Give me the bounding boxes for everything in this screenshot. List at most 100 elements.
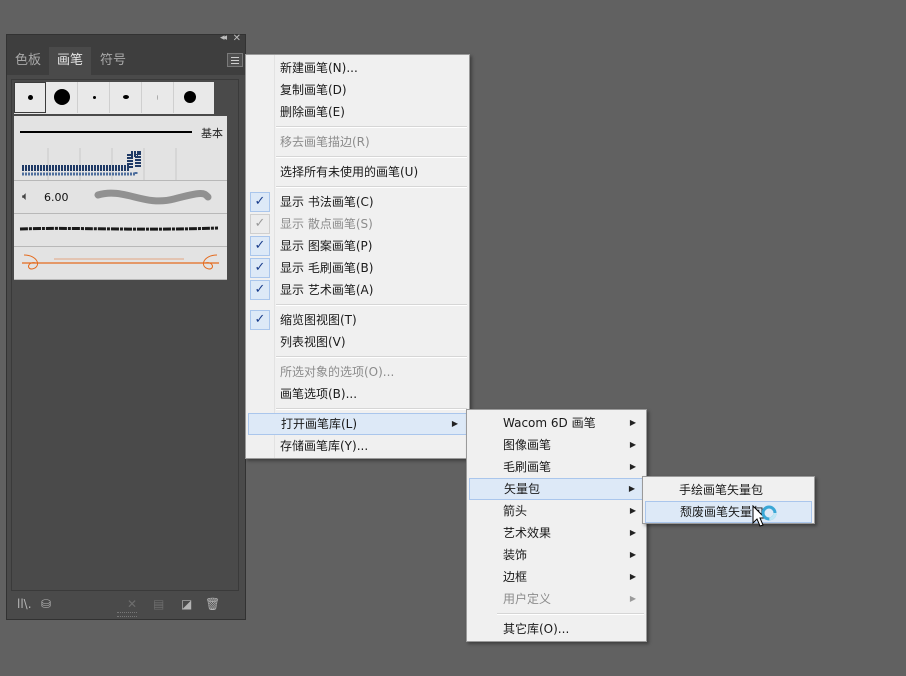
brushes-panel: ◂◂ ✕ 色板 画笔 符号 基本 🔈︎ 6.00 ll\. ⛁ ✕ ▤ ◪ 🗑︎ xyxy=(6,33,246,620)
panel-menu-button[interactable] xyxy=(227,53,243,67)
libraries-panel-icon[interactable]: ⛁ xyxy=(41,597,51,611)
stroke-size-label: 6.00 xyxy=(44,191,69,204)
resize-grip[interactable] xyxy=(117,612,137,617)
brush-thumb-3[interactable] xyxy=(78,82,110,113)
menu-show-bristle[interactable]: ✓ 显示 毛刷画笔(B) xyxy=(248,257,467,279)
submenu-arrow-icon: ▶ xyxy=(629,462,636,471)
vector-pack-grunge[interactable]: 颓废画笔矢量包 xyxy=(645,501,812,523)
submenu-arrow-icon: ▶ xyxy=(629,572,636,581)
brush-row-basic[interactable]: 基本 xyxy=(14,116,227,149)
brush-thumb-2[interactable] xyxy=(46,82,78,113)
submenu-arrow-icon: ▶ xyxy=(628,484,635,493)
menu-open-brush-library[interactable]: 打开画笔库(L) ▶ xyxy=(248,413,467,435)
menu-delete-brush[interactable]: 删除画笔(E) xyxy=(248,101,467,123)
menu-show-scatter[interactable]: ✓ 显示 散点画笔(S) xyxy=(248,213,467,235)
library-user-defined[interactable]: 用户定义 ▶ xyxy=(469,588,644,610)
menu-item-label: 艺术效果 xyxy=(503,526,552,540)
menu-item-label: 显示 毛刷画笔(B) xyxy=(280,261,374,275)
library-decorative[interactable]: 装饰 ▶ xyxy=(469,544,644,566)
brush-row-pattern[interactable] xyxy=(14,148,227,181)
library-arrows[interactable]: 箭头 ▶ xyxy=(469,500,644,522)
library-borders[interactable]: 边框 ▶ xyxy=(469,566,644,588)
menu-remove-brush-stroke[interactable]: 移去画笔描边(R) xyxy=(248,131,467,153)
brush-thumb-6[interactable] xyxy=(174,82,206,113)
menu-item-label: 装饰 xyxy=(503,548,528,562)
menu-item-label: 边框 xyxy=(503,570,528,584)
library-wacom-6d[interactable]: Wacom 6D 画笔 ▶ xyxy=(469,412,644,434)
menu-brush-options[interactable]: 画笔选项(B)... xyxy=(248,383,467,405)
panel-tabs: 色板 画笔 符号 xyxy=(7,47,245,75)
menu-item-label: 箭头 xyxy=(503,504,528,518)
library-image-brushes[interactable]: 图像画笔 ▶ xyxy=(469,434,644,456)
brush-options-icon[interactable]: ▤ xyxy=(153,597,164,611)
menu-item-label: 显示 艺术画笔(A) xyxy=(280,283,374,297)
library-vector-packs[interactable]: 矢量包 ▶ xyxy=(469,478,644,500)
panel-footer: ll\. ⛁ ✕ ▤ ◪ 🗑︎ xyxy=(7,591,245,619)
new-brush-icon[interactable]: ◪ xyxy=(181,597,192,611)
checkmark-icon: ✓ xyxy=(250,192,270,212)
submenu-arrow-icon: ▶ xyxy=(451,419,458,428)
library-other-library[interactable]: 其它库(O)... xyxy=(469,618,644,640)
brush-thumb-4[interactable] xyxy=(110,82,142,113)
brush-list: 基本 🔈︎ 6.00 xyxy=(11,79,239,591)
menu-item-label: 矢量包 xyxy=(504,482,541,496)
menu-item-label: 图像画笔 xyxy=(503,438,552,452)
menu-show-calligraphic[interactable]: ✓ 显示 书法画笔(C) xyxy=(248,191,467,213)
collapse-icon[interactable]: ◂◂ xyxy=(220,33,227,43)
menu-item-label: 显示 图案画笔(P) xyxy=(280,239,373,253)
library-artistic[interactable]: 艺术效果 ▶ xyxy=(469,522,644,544)
checkmark-icon: ✓ xyxy=(250,258,270,278)
close-icon[interactable]: ✕ xyxy=(233,33,241,44)
menu-options-of-selected[interactable]: 所选对象的选项(O)... xyxy=(248,361,467,383)
menu-show-pattern[interactable]: ✓ 显示 图案画笔(P) xyxy=(248,235,467,257)
decorative-art-brush-preview xyxy=(22,254,219,270)
vector-pack-hand-drawn[interactable]: 手绘画笔矢量包 xyxy=(645,479,812,501)
charcoal-brush-preview xyxy=(19,226,219,231)
busy-cursor-icon xyxy=(752,505,777,527)
brush-row-art[interactable] xyxy=(14,247,227,280)
calligraphic-brush-grid xyxy=(14,82,214,114)
menu-select-all-unused[interactable]: 选择所有未使用的画笔(U) xyxy=(248,161,467,183)
panel-title-bar[interactable]: ◂◂ ✕ xyxy=(7,33,245,47)
checkmark-icon: ✓ xyxy=(250,310,270,330)
submenu-arrow-icon: ▶ xyxy=(629,528,636,537)
brush-thumb-5[interactable] xyxy=(142,82,174,113)
brush-row-charcoal[interactable] xyxy=(14,214,227,247)
brush-thumb-1[interactable] xyxy=(14,82,46,113)
checkmark-icon: ✓ xyxy=(250,214,270,234)
brushes-panel-menu: 新建画笔(N)... 复制画笔(D) 删除画笔(E) 移去画笔描边(R) 选择所… xyxy=(245,54,470,459)
brush-row-bristle[interactable]: 🔈︎ 6.00 xyxy=(14,181,227,214)
menu-item-label: 打开画笔库(L) xyxy=(281,417,358,431)
submenu-arrow-icon: ▶ xyxy=(629,418,636,427)
bristle-brush-icon: 🔈︎ xyxy=(22,189,30,203)
delete-brush-icon[interactable]: 🗑︎ xyxy=(205,597,220,611)
submenu-arrow-icon: ▶ xyxy=(629,506,636,515)
menu-item-label: 缩览图视图(T) xyxy=(280,313,357,327)
menu-new-brush[interactable]: 新建画笔(N)... xyxy=(248,57,467,79)
submenu-arrow-icon: ▶ xyxy=(629,550,636,559)
menu-duplicate-brush[interactable]: 复制画笔(D) xyxy=(248,79,467,101)
submenu-arrow-icon: ▶ xyxy=(629,594,636,603)
submenu-arrow-icon: ▶ xyxy=(629,440,636,449)
tab-brushes[interactable]: 画笔 xyxy=(49,47,91,75)
menu-save-brush-library[interactable]: 存储画笔库(Y)... xyxy=(248,435,467,457)
library-bristle-brushes[interactable]: 毛刷画笔 ▶ xyxy=(469,456,644,478)
bristle-stroke-preview xyxy=(94,189,212,205)
pattern-brush-preview xyxy=(22,148,177,180)
menu-item-label: 用户定义 xyxy=(503,592,552,606)
remove-stroke-icon[interactable]: ✕ xyxy=(127,597,137,611)
menu-item-label: 毛刷画笔 xyxy=(503,460,552,474)
menu-item-label: 显示 散点画笔(S) xyxy=(280,217,373,231)
vector-pack-submenu: 手绘画笔矢量包 颓废画笔矢量包 xyxy=(642,476,815,524)
tab-swatches[interactable]: 色板 xyxy=(9,47,47,75)
checkmark-icon: ✓ xyxy=(250,236,270,256)
menu-list-view[interactable]: 列表视图(V) xyxy=(248,331,467,353)
tab-symbols[interactable]: 符号 xyxy=(93,47,133,75)
brush-library-submenu: Wacom 6D 画笔 ▶ 图像画笔 ▶ 毛刷画笔 ▶ 矢量包 ▶ 箭头 ▶ 艺术效果 ▶ … xyxy=(466,409,647,642)
menu-item-label: Wacom 6D 画笔 xyxy=(503,416,596,430)
menu-thumbnail-view[interactable]: ✓ 缩览图视图(T) xyxy=(248,309,467,331)
menu-show-art[interactable]: ✓ 显示 艺术画笔(A) xyxy=(248,279,467,301)
menu-item-label: 显示 书法画笔(C) xyxy=(280,195,374,209)
basic-brush-label: 基本 xyxy=(201,127,223,140)
brush-library-icon[interactable]: ll\. xyxy=(17,597,32,611)
